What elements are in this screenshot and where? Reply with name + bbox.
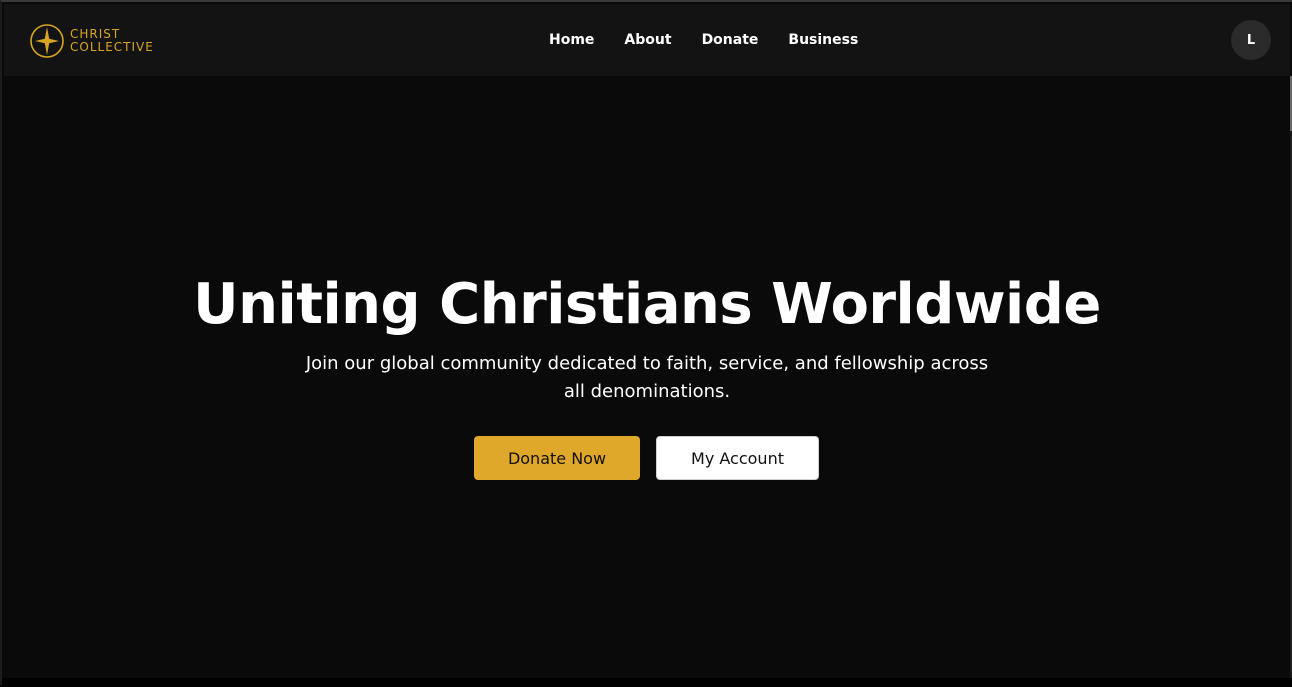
brand-line-2: COLLECTIVE bbox=[70, 40, 154, 54]
star-icon bbox=[30, 24, 64, 58]
nav-business-link[interactable]: Business bbox=[788, 32, 858, 48]
hero-title: Uniting Christians Worldwide bbox=[193, 272, 1101, 337]
nav-about-link[interactable]: About bbox=[624, 32, 671, 48]
browser-viewport: CHRIST COLLECTIVE Home About Donate Busi… bbox=[0, 0, 1292, 687]
donate-now-button[interactable]: Donate Now bbox=[474, 436, 640, 480]
nav-donate-link[interactable]: Donate bbox=[702, 32, 759, 48]
bottom-edge bbox=[2, 678, 1292, 687]
my-account-button[interactable]: My Account bbox=[656, 436, 819, 480]
brand-logo[interactable]: CHRIST COLLECTIVE bbox=[29, 21, 154, 61]
navbar: CHRIST COLLECTIVE Home About Donate Busi… bbox=[4, 4, 1290, 76]
brand-name: CHRIST COLLECTIVE bbox=[70, 28, 154, 54]
hero-section: Uniting Christians Worldwide Join our gl… bbox=[4, 76, 1290, 676]
hero-subtitle: Join our global community dedicated to f… bbox=[305, 353, 989, 402]
main-nav: Home About Donate Business bbox=[534, 4, 873, 76]
nav-home-link[interactable]: Home bbox=[549, 32, 594, 48]
user-avatar-button[interactable]: L bbox=[1231, 20, 1271, 60]
